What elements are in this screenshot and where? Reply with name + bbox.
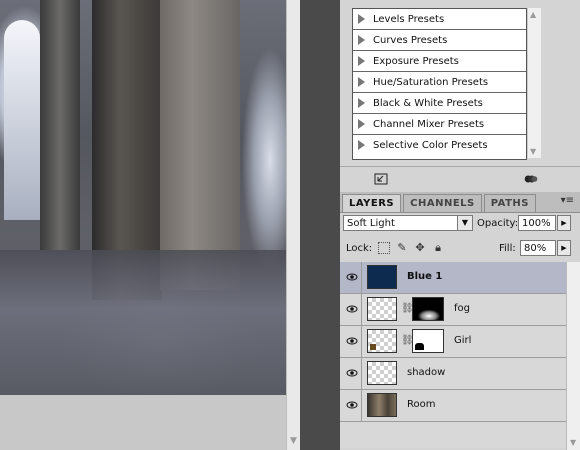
tab-layers[interactable]: LAYERS xyxy=(342,194,402,212)
preset-label: Hue/Saturation Presets xyxy=(373,76,489,88)
layer-row-blue-1[interactable]: Blue 1 xyxy=(340,262,580,294)
lock-position-icon[interactable]: ✥ xyxy=(414,242,426,254)
visibility-column xyxy=(340,358,362,389)
layer-row-girl[interactable]: ⛓ Girl xyxy=(340,326,580,358)
room-photo xyxy=(0,0,286,395)
workspace-background xyxy=(300,0,340,450)
preset-label: Exposure Presets xyxy=(373,55,459,67)
visibility-column xyxy=(340,262,362,293)
eye-icon[interactable] xyxy=(346,399,358,411)
layer-thumbnail xyxy=(367,265,397,289)
scroll-down-icon[interactable]: ▼ xyxy=(530,147,536,156)
layer-row-room[interactable]: Room xyxy=(340,390,580,422)
scroll-down-icon[interactable]: ▼ xyxy=(290,436,297,446)
preset-label: Black & White Presets xyxy=(373,97,483,109)
document-canvas[interactable] xyxy=(0,0,286,450)
preset-curves[interactable]: Curves Presets xyxy=(353,30,526,51)
photo-floor xyxy=(0,250,286,395)
opacity-input[interactable]: 100% xyxy=(518,215,556,231)
adjustment-presets-list: Levels Presets Curves Presets Exposure P… xyxy=(352,8,527,160)
presets-scrollbar[interactable]: ▲ ▼ xyxy=(527,8,541,158)
layer-mask-thumbnail[interactable] xyxy=(412,297,444,321)
preset-levels[interactable]: Levels Presets xyxy=(353,9,526,30)
layer-name: shadow xyxy=(407,367,446,378)
layer-row-fog[interactable]: ⛓ fog xyxy=(340,294,580,326)
fill-input[interactable]: 80% xyxy=(520,240,556,256)
triangle-right-icon xyxy=(358,35,365,45)
return-to-list-icon[interactable] xyxy=(374,173,388,185)
chevron-down-icon[interactable]: ▼ xyxy=(457,216,472,230)
visibility-column xyxy=(340,294,362,325)
view-previous-state-icon[interactable] xyxy=(524,173,538,185)
preset-label: Levels Presets xyxy=(373,13,445,25)
right-panel: Levels Presets Curves Presets Exposure P… xyxy=(340,0,580,450)
triangle-right-icon xyxy=(358,77,365,87)
preset-exposure[interactable]: Exposure Presets xyxy=(353,51,526,72)
visibility-column xyxy=(340,390,362,421)
scroll-down-icon[interactable]: ▼ xyxy=(570,438,576,447)
triangle-right-icon xyxy=(358,98,365,108)
eye-icon[interactable] xyxy=(346,367,358,379)
layers-panel-tabs: LAYERS CHANNELS PATHS ▾≡ xyxy=(340,192,580,213)
preset-black-white[interactable]: Black & White Presets xyxy=(353,93,526,114)
photo-pillar-right xyxy=(160,0,240,290)
chain-icon[interactable]: ⛓ xyxy=(401,303,414,315)
tab-paths[interactable]: PATHS xyxy=(483,194,537,212)
preset-channel-mixer[interactable]: Channel Mixer Presets xyxy=(353,114,526,135)
photo-pillar-left xyxy=(40,0,80,250)
triangle-right-icon xyxy=(358,56,365,66)
girl-figure xyxy=(370,344,376,350)
preset-selective-color[interactable]: Selective Color Presets xyxy=(353,135,526,155)
lock-transparent-icon[interactable] xyxy=(378,242,390,254)
lock-image-icon[interactable]: ✎ xyxy=(396,242,408,254)
layers-list: Blue 1 ⛓ fog ⛓ Girl shadow Room xyxy=(340,262,580,448)
layer-name: fog xyxy=(454,303,470,314)
adjustments-footer xyxy=(340,166,580,193)
blend-mode-value: Soft Light xyxy=(347,218,395,229)
lock-label: Lock: xyxy=(346,243,373,254)
blend-mode-select[interactable]: Soft Light ▼ xyxy=(343,215,473,231)
triangle-right-icon xyxy=(358,140,365,150)
visibility-column xyxy=(340,326,362,357)
layer-row-shadow[interactable]: shadow xyxy=(340,358,580,390)
blend-options-row: Soft Light ▼ Opacity: 100% ▶ xyxy=(340,213,580,235)
tab-channels[interactable]: CHANNELS xyxy=(403,194,482,212)
fill-slider-icon[interactable]: ▶ xyxy=(557,240,571,256)
photo-arch xyxy=(4,20,40,220)
eye-icon[interactable] xyxy=(346,335,358,347)
preset-label: Selective Color Presets xyxy=(373,139,488,151)
layer-thumbnail xyxy=(367,329,397,353)
preset-hue-saturation[interactable]: Hue/Saturation Presets xyxy=(353,72,526,93)
layer-thumbnail xyxy=(367,361,397,385)
preset-label: Curves Presets xyxy=(373,34,448,46)
chain-icon[interactable]: ⛓ xyxy=(401,335,414,347)
canvas-vertical-scrollbar[interactable]: ▼ xyxy=(286,0,301,450)
opacity-slider-icon[interactable]: ▶ xyxy=(557,215,571,231)
lock-row: Lock: ✎ ✥ 🔒︎ Fill: 80% ▶ xyxy=(340,238,580,260)
fill-label: Fill: xyxy=(499,243,516,254)
opacity-label: Opacity: xyxy=(477,218,519,229)
layer-mask-thumbnail[interactable] xyxy=(412,329,444,353)
layer-name: Blue 1 xyxy=(407,271,443,282)
scroll-up-icon[interactable]: ▲ xyxy=(530,10,536,19)
layer-thumbnail xyxy=(367,393,397,417)
layer-name: Room xyxy=(407,399,436,410)
lock-all-icon[interactable]: 🔒︎ xyxy=(432,242,444,254)
mask-shape xyxy=(415,343,424,350)
triangle-right-icon xyxy=(358,14,365,24)
preset-label: Channel Mixer Presets xyxy=(373,118,485,130)
panel-menu-icon[interactable]: ▾≡ xyxy=(561,195,574,206)
layer-name: Girl xyxy=(454,335,472,346)
eye-icon[interactable] xyxy=(346,303,358,315)
layer-thumbnail xyxy=(367,297,397,321)
layers-scrollbar[interactable]: ▼ xyxy=(566,262,580,450)
triangle-right-icon xyxy=(358,119,365,129)
eye-icon[interactable] xyxy=(346,271,358,283)
